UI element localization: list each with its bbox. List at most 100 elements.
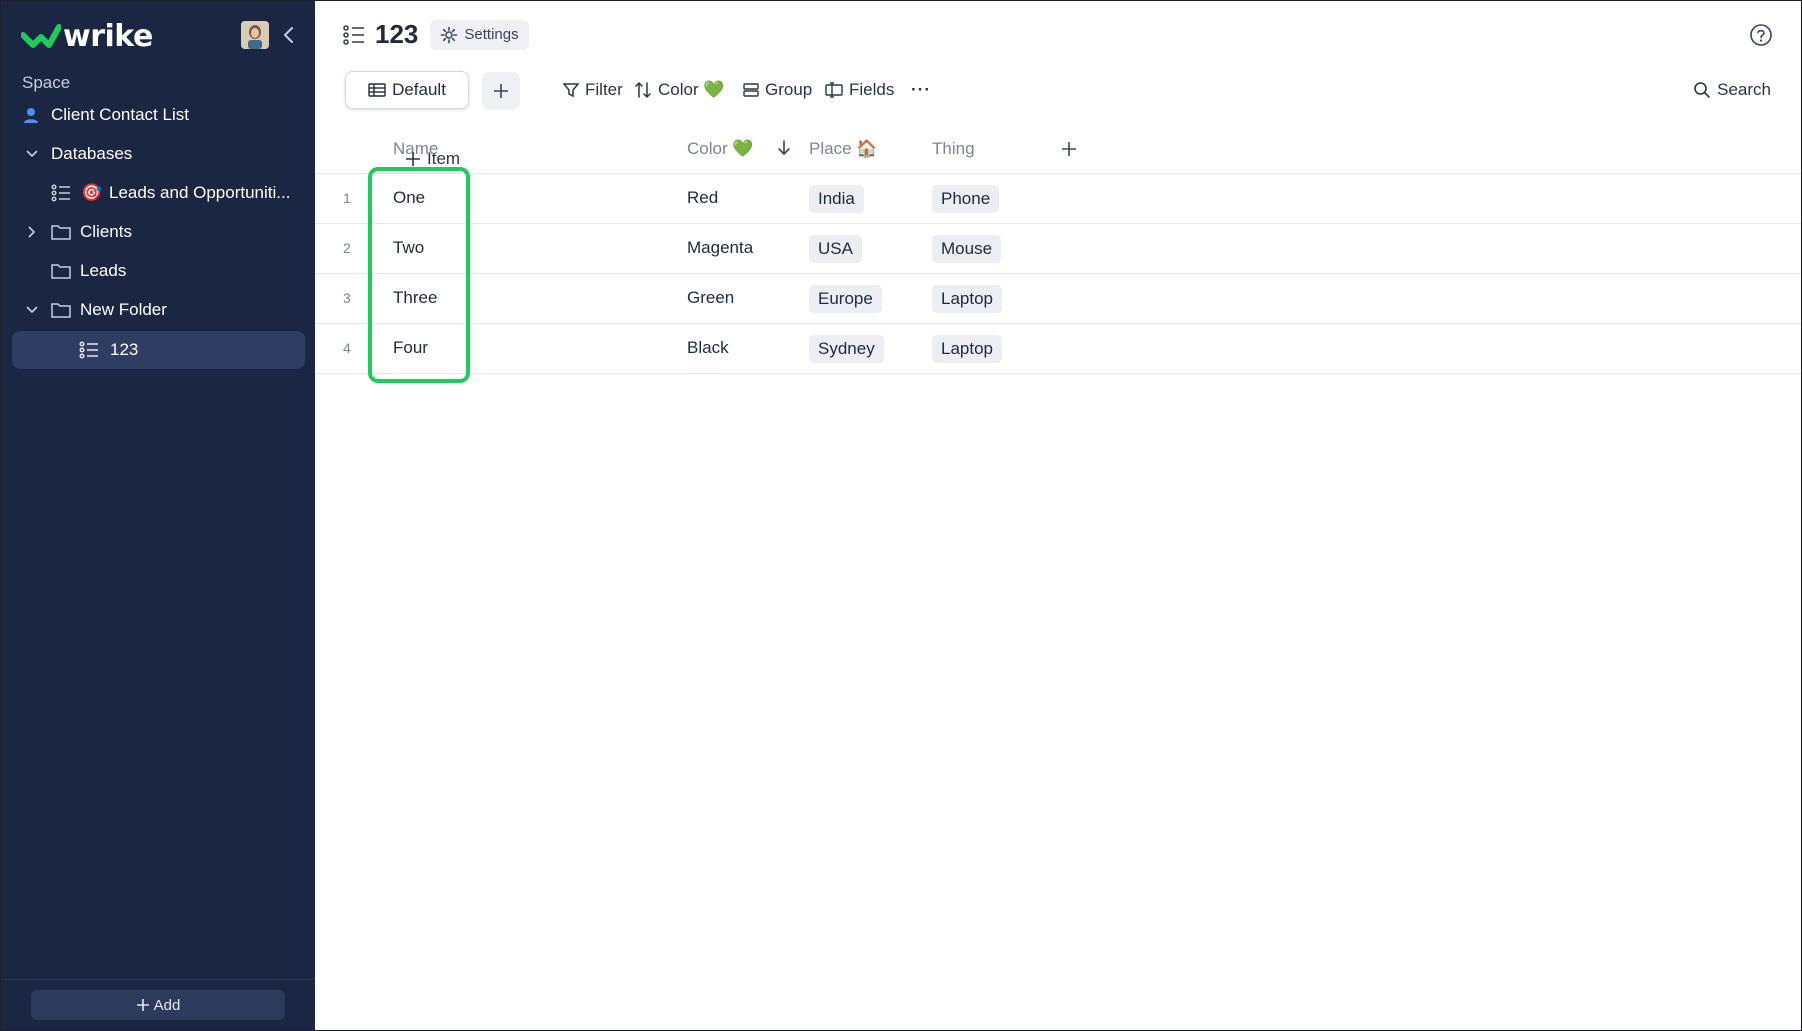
page-title: 123	[375, 19, 419, 49]
settings-label: Settings	[464, 26, 519, 43]
group-icon	[743, 83, 759, 97]
folder-icon	[51, 301, 71, 319]
target-emoji: 🎯	[81, 183, 103, 202]
sidebar-item-label: Leads	[80, 261, 127, 280]
sidebar-item-123[interactable]: 123	[12, 331, 305, 369]
plus-icon	[406, 152, 420, 166]
chevron-right-icon[interactable]	[25, 225, 39, 239]
cell-thing-tag[interactable]: Laptop	[932, 285, 1002, 313]
sidebar-item-databases[interactable]: Databases	[1, 136, 315, 172]
settings-button[interactable]: Settings	[430, 19, 529, 50]
toolbar: Default Filter Color 💚 Group Fields ···	[345, 71, 1801, 111]
add-button-label: Add	[153, 996, 181, 1014]
cell-color[interactable]: Black	[687, 338, 729, 358]
sidebar: wrike Space Client Contact List Database…	[1, 1, 315, 1030]
sidebar-item-client-contact-list[interactable]: Client Contact List	[1, 97, 315, 133]
column-header-place[interactable]: Place 🏠	[809, 139, 877, 159]
cell-thing-tag[interactable]: Laptop	[932, 335, 1002, 363]
plus-icon	[1062, 142, 1076, 156]
sort-button[interactable]: Color 💚	[634, 71, 725, 109]
cell-color[interactable]: Green	[687, 288, 734, 308]
view-label: Default	[392, 80, 446, 99]
add-button[interactable]: Add	[31, 990, 285, 1020]
fields-label: Fields	[849, 80, 895, 99]
view-tab-default[interactable]: Default	[345, 71, 469, 109]
sidebar-item-label: Leads and Opportuniti...	[109, 183, 291, 202]
main-content: 123 Settings Default Filter Color 💚 Grou…	[315, 1, 1801, 1030]
cell-name[interactable]: Four	[393, 338, 428, 358]
folder-icon	[51, 262, 71, 280]
folder-icon	[51, 223, 71, 241]
sidebar-item-leads-and-opportunities[interactable]: 🎯 Leads and Opportuniti...	[1, 175, 315, 211]
cell-place-tag[interactable]: Europe	[809, 285, 882, 313]
fields-icon	[825, 82, 843, 98]
row-number: 4	[343, 340, 351, 356]
filter-label: Filter	[585, 80, 623, 99]
wrike-logo[interactable]: wrike	[21, 19, 153, 54]
chevron-down-icon[interactable]	[25, 147, 39, 161]
search-label: Search	[1717, 80, 1771, 99]
gear-icon	[441, 26, 458, 43]
collapse-sidebar-button[interactable]	[277, 23, 301, 47]
help-icon[interactable]	[1749, 23, 1773, 47]
data-table: Name Color 💚 Place 🏠 Thing 1 One Red Ind…	[315, 129, 1801, 383]
sidebar-item-label: Databases	[51, 144, 133, 163]
page-header: 123 Settings	[343, 19, 529, 50]
list-icon	[51, 184, 71, 202]
list-icon	[79, 341, 99, 359]
column-header-thing[interactable]: Thing	[932, 139, 975, 159]
add-view-button[interactable]	[482, 72, 520, 110]
more-options-button[interactable]: ···	[911, 71, 931, 109]
wrike-check-icon	[21, 23, 61, 48]
group-label: Group	[765, 80, 813, 99]
sort-icon	[635, 81, 651, 99]
app-window: wrike Space Client Contact List Database…	[0, 0, 1802, 1031]
more-icon: ···	[911, 80, 931, 99]
cell-place-tag[interactable]: India	[809, 185, 864, 213]
filter-button[interactable]: Filter	[563, 71, 623, 109]
fields-button[interactable]: Fields	[825, 71, 894, 109]
user-icon	[21, 106, 41, 124]
cell-thing-tag[interactable]: Phone	[932, 185, 1000, 213]
plus-icon	[494, 84, 508, 98]
logo-text: wrike	[63, 19, 153, 54]
table-icon	[368, 83, 386, 97]
avatar[interactable]	[241, 21, 269, 49]
table-row[interactable]: 4 Four Black Sydney Laptop	[315, 324, 1801, 374]
cell-place-tag[interactable]: USA	[809, 235, 862, 263]
sidebar-item-new-folder[interactable]: New Folder	[1, 292, 315, 328]
cell-place-tag[interactable]: Sydney	[809, 335, 884, 363]
cell-color[interactable]: Magenta	[687, 238, 753, 258]
row-number: 1	[343, 190, 351, 206]
cell-name[interactable]: One	[393, 188, 425, 208]
cell-color[interactable]: Red	[687, 188, 718, 208]
space-label: Space	[22, 73, 71, 92]
search-button[interactable]: Search	[1693, 71, 1771, 109]
sort-desc-arrow-icon[interactable]	[777, 139, 791, 157]
sidebar-item-label: Clients	[80, 222, 132, 241]
sort-label: Color 💚	[658, 80, 725, 99]
add-item-label: Item	[427, 149, 461, 168]
sidebar-item-label: 123	[110, 340, 139, 359]
table-row[interactable]: 1 One Red India Phone	[315, 174, 1801, 224]
table-header: Name Color 💚 Place 🏠 Thing	[315, 129, 1801, 174]
sidebar-item-label: New Folder	[80, 300, 167, 319]
filter-icon	[563, 83, 579, 98]
plus-icon	[136, 999, 149, 1011]
list-icon	[343, 24, 364, 45]
column-header-color[interactable]: Color 💚	[687, 139, 754, 159]
add-column-button[interactable]	[1061, 141, 1077, 157]
row-number: 2	[343, 240, 351, 256]
sidebar-item-label: Client Contact List	[51, 105, 189, 124]
sidebar-item-clients[interactable]: Clients	[1, 214, 315, 250]
group-button[interactable]: Group	[743, 71, 812, 109]
table-row[interactable]: 3 Three Green Europe Laptop	[315, 274, 1801, 324]
add-item-button[interactable]: Item	[405, 149, 460, 169]
chevron-down-icon[interactable]	[25, 303, 39, 317]
cell-name[interactable]: Two	[393, 238, 424, 258]
sidebar-item-leads[interactable]: Leads	[1, 253, 315, 289]
sidebar-footer: Add	[1, 979, 315, 1030]
cell-name[interactable]: Three	[393, 288, 437, 308]
table-row[interactable]: 2 Two Magenta USA Mouse	[315, 224, 1801, 274]
cell-thing-tag[interactable]: Mouse	[932, 235, 1002, 263]
